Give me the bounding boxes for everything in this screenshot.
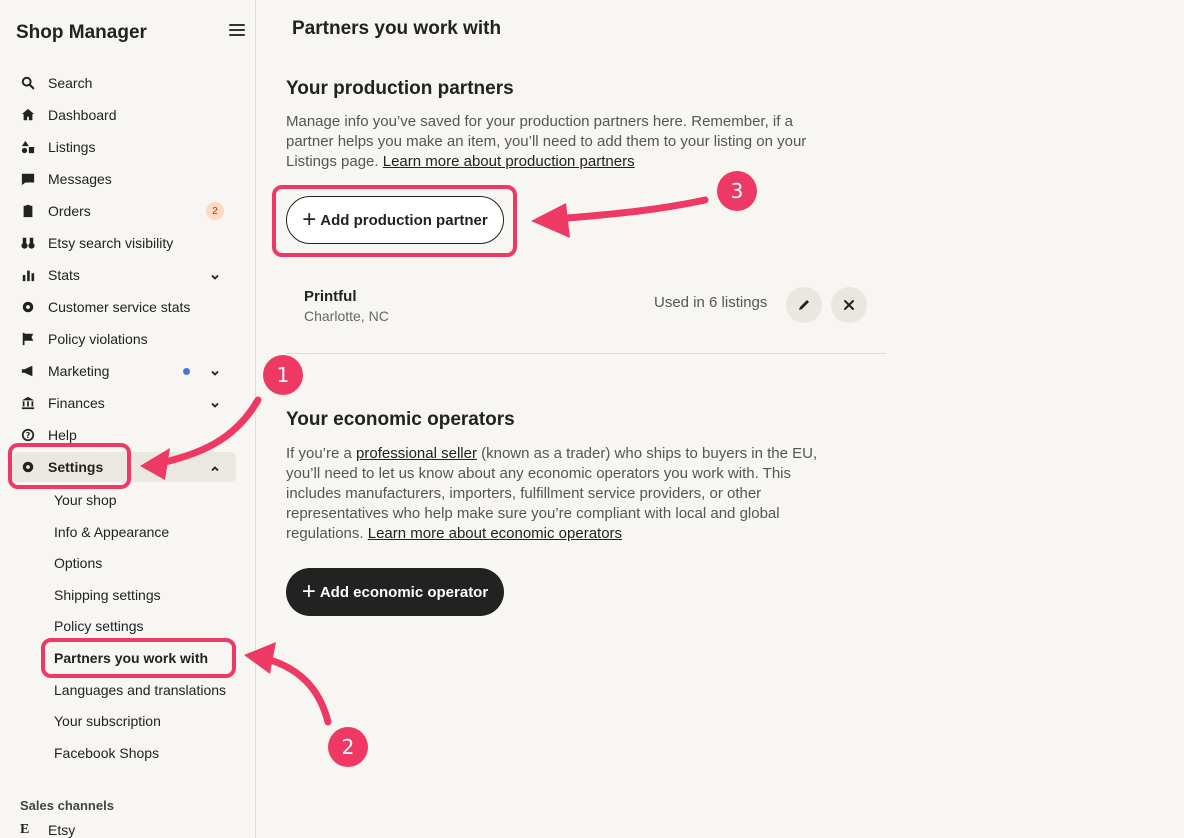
sidebar-item-label: Etsy search visibility: [48, 235, 174, 251]
sidebar-item-search-visibility[interactable]: Etsy search visibility: [12, 228, 236, 258]
settings-sub-facebook-shops[interactable]: Facebook Shops: [54, 743, 159, 763]
sidebar-item-marketing[interactable]: Marketing: [12, 356, 236, 386]
sidebar-item-label: Dashboard: [48, 107, 117, 123]
sidebar-item-label: Search: [48, 75, 93, 91]
production-partners-description: Manage info you’ve saved for your produc…: [286, 112, 831, 172]
sales-channel-etsy[interactable]: E Etsy: [20, 822, 75, 838]
pencil-icon: [799, 300, 809, 310]
close-icon: [844, 300, 854, 310]
economic-operators-description: If you’re a professional seller (known a…: [286, 444, 831, 544]
sidebar-item-label: Listings: [48, 139, 96, 155]
etsy-logo-icon: E: [20, 822, 30, 837]
sidebar-item-label: Orders: [48, 203, 91, 219]
section-divider: [286, 353, 886, 354]
edit-partner-button[interactable]: [786, 287, 822, 323]
settings-sub-info-appearance[interactable]: Info & Appearance: [54, 522, 169, 542]
chevron-down-icon[interactable]: [210, 397, 220, 408]
sidebar-item-label: Customer service stats: [48, 299, 191, 315]
hamburger-menu-icon[interactable]: [229, 24, 245, 40]
notification-dot: [183, 368, 190, 375]
economic-operators-heading: Your economic operators: [286, 409, 515, 430]
economic-desc-pre: If you’re a: [286, 445, 352, 462]
orders-count-badge: 2: [206, 202, 224, 220]
settings-sub-subscription[interactable]: Your subscription: [54, 711, 161, 731]
sidebar-item-customer-service-stats[interactable]: Customer service stats: [12, 292, 236, 322]
settings-sub-options[interactable]: Options: [54, 553, 102, 573]
settings-sub-policy[interactable]: Policy settings: [54, 616, 143, 636]
sales-channel-label: Etsy: [48, 822, 76, 838]
sidebar-item-help[interactable]: ? Help: [12, 420, 236, 450]
plus-icon: +: [302, 206, 317, 233]
sidebar-item-finances[interactable]: Finances: [12, 388, 236, 418]
partner-usage: Used in 6 listings: [654, 294, 768, 311]
shapes-icon: [20, 139, 36, 155]
sidebar-item-label: Messages: [48, 171, 112, 187]
search-icon: [20, 75, 36, 91]
sidebar-item-label: Stats: [48, 267, 80, 283]
partner-name: Printful: [304, 288, 357, 305]
flag-icon: [20, 331, 36, 347]
learn-more-production-link[interactable]: Learn more about production partners: [383, 153, 635, 170]
settings-sub-your-shop[interactable]: Your shop: [54, 490, 117, 510]
add-economic-operator-button[interactable]: + Add economic operator: [286, 568, 504, 616]
production-partners-heading: Your production partners: [286, 78, 514, 99]
sidebar-item-label: Marketing: [48, 363, 110, 379]
chevron-down-icon[interactable]: [210, 365, 220, 376]
sidebar-item-label: Settings: [48, 459, 104, 475]
bar-chart-icon: [20, 267, 36, 283]
sales-channels-heading: Sales channels: [20, 798, 114, 813]
partner-location: Charlotte, NC: [304, 308, 389, 324]
sidebar-item-listings[interactable]: Listings: [12, 132, 236, 162]
plus-icon: +: [301, 578, 316, 605]
learn-more-economic-link[interactable]: Learn more about economic operators: [368, 525, 622, 542]
bank-icon: [20, 395, 36, 411]
sidebar-item-orders[interactable]: Orders 2: [12, 196, 236, 226]
sidebar: Shop Manager Search Dashboard Listings M…: [0, 0, 256, 838]
help-icon: ?: [20, 427, 36, 443]
brand-title: Shop Manager: [16, 22, 147, 43]
gear-icon: [20, 459, 36, 475]
professional-seller-link[interactable]: professional seller: [356, 445, 477, 462]
home-icon: [20, 107, 36, 123]
message-icon: [20, 171, 36, 187]
sidebar-item-label: Help: [48, 427, 77, 443]
step-2-marker: 2: [328, 727, 368, 767]
sidebar-item-settings[interactable]: Settings: [12, 452, 236, 482]
svg-text:?: ?: [26, 431, 31, 440]
sidebar-item-policy-violations[interactable]: Policy violations: [12, 324, 236, 354]
binoculars-icon: [20, 235, 36, 251]
sidebar-item-search[interactable]: Search: [12, 68, 236, 98]
settings-sub-partners[interactable]: Partners you work with: [54, 648, 208, 668]
step-3-marker: 3: [717, 171, 757, 211]
step-1-marker: 1: [263, 355, 303, 395]
chevron-up-icon[interactable]: [210, 461, 220, 472]
sidebar-item-label: Policy violations: [48, 331, 148, 347]
remove-partner-button[interactable]: [831, 287, 867, 323]
sidebar-item-messages[interactable]: Messages: [12, 164, 236, 194]
sidebar-item-dashboard[interactable]: Dashboard: [12, 100, 236, 130]
main-content: Partners you work with Your production p…: [256, 0, 1184, 838]
sidebar-item-stats[interactable]: Stats: [12, 260, 236, 290]
chevron-down-icon[interactable]: [210, 269, 220, 280]
megaphone-icon: [20, 363, 36, 379]
button-label: Add production partner: [320, 211, 488, 229]
sidebar-item-label: Finances: [48, 395, 105, 411]
button-label: Add economic operator: [319, 583, 489, 601]
page-title: Partners you work with: [292, 18, 502, 39]
settings-sub-languages[interactable]: Languages and translations: [54, 680, 226, 700]
settings-sub-shipping[interactable]: Shipping settings: [54, 585, 161, 605]
clipboard-icon: [20, 203, 36, 219]
gear-icon: [20, 299, 36, 315]
add-production-partner-button[interactable]: + Add production partner: [286, 196, 504, 244]
